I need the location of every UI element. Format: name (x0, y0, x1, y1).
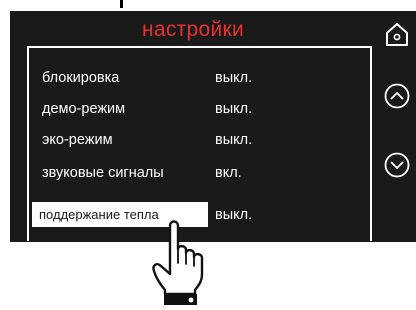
device-screen: настройки блокировка выкл. демо-режим вы… (10, 11, 416, 242)
chevron-down-circle-icon[interactable] (383, 151, 411, 179)
chevron-up-circle-icon[interactable] (383, 82, 411, 110)
home-icon[interactable] (383, 20, 411, 48)
setting-value: выкл. (215, 207, 253, 223)
setting-label: демо-режим (42, 101, 126, 117)
setting-value: вкл. (215, 165, 242, 181)
setting-row-sound[interactable]: звуковые сигналы вкл. (29, 160, 370, 189)
callout-tick (120, 0, 123, 8)
setting-label: блокировка (42, 70, 120, 86)
setting-value: выкл. (215, 101, 253, 117)
side-controls (376, 11, 416, 242)
setting-label: звуковые сигналы (42, 165, 164, 181)
setting-value: выкл. (215, 132, 253, 148)
setting-label: поддержание тепла (39, 207, 159, 222)
settings-list: блокировка выкл. демо-режим выкл. эко-ре… (27, 46, 372, 241)
screen-title: настройки (141, 18, 245, 41)
setting-row-eco[interactable]: эко-режим выкл. (29, 127, 370, 156)
setting-value: выкл. (215, 70, 253, 86)
setting-label: эко-режим (42, 132, 113, 148)
hand-pointer-icon (150, 216, 212, 305)
setting-row-lock[interactable]: блокировка выкл. (29, 65, 370, 94)
setting-row-demo[interactable]: демо-режим выкл. (29, 96, 370, 125)
